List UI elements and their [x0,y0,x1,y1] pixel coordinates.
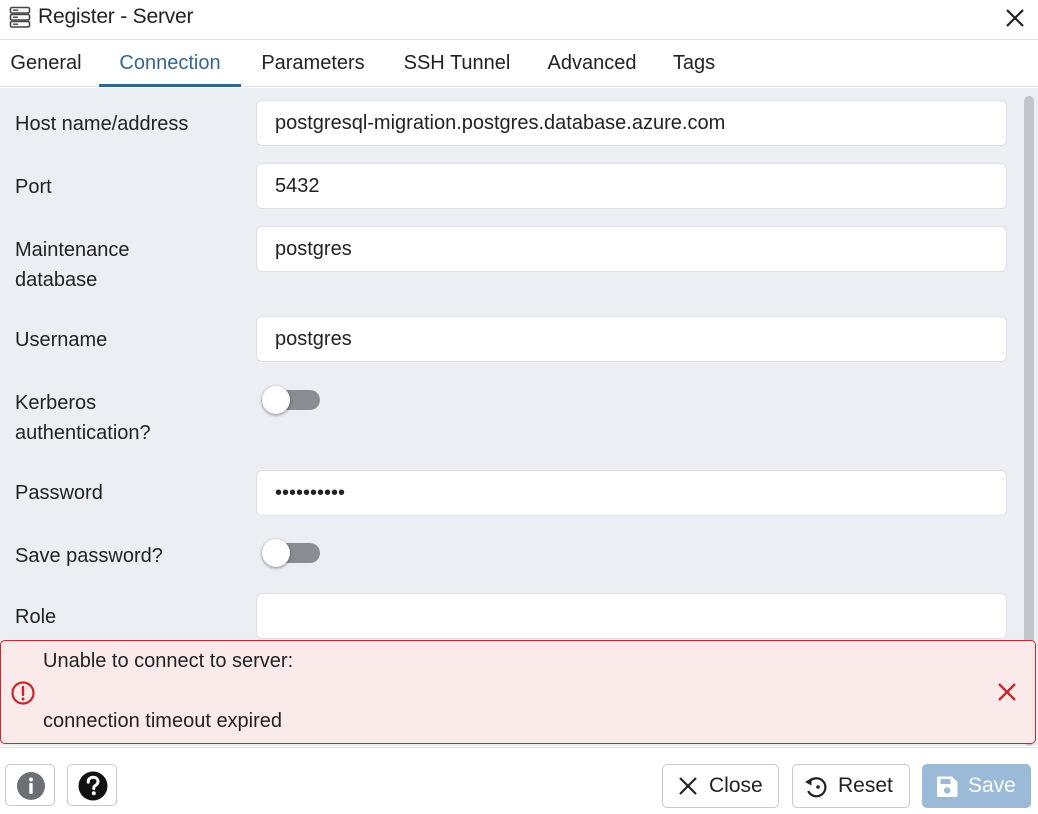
tab-bar: General Connection Parameters SSH Tunnel… [0,41,1038,87]
kerberos-toggle[interactable] [262,385,320,415]
close-button-label: Close [709,774,763,797]
maintenance-db-input[interactable] [256,226,1007,272]
error-banner: Unable to connect to server: connection … [0,640,1036,744]
info-icon [17,772,45,800]
host-label: Host name/address [15,113,189,135]
help-button[interactable] [67,764,117,806]
save-button[interactable]: Save [922,764,1031,808]
role-label: Role [15,606,57,628]
role-input[interactable] [256,593,1007,639]
save-password-toggle-knob [262,539,290,567]
dialog-footer: Close Reset Save [0,747,1038,814]
tab-general[interactable]: General [0,41,92,87]
kerberos-label-line2: authentication? [15,422,151,444]
kerberos-label-line1: Kerberos [15,392,97,414]
error-message-detail: connection timeout expired [43,710,283,732]
reset-icon [803,775,829,805]
close-icon [677,775,699,803]
maintenance-db-label-line2: database [15,269,98,291]
save-password-label: Save password? [15,545,163,567]
password-label: Password [15,482,103,504]
host-input[interactable] [256,100,1007,146]
error-close-icon[interactable] [995,680,1019,704]
maintenance-db-label: Maintenance database [15,235,130,295]
tab-ssh-tunnel[interactable]: SSH Tunnel [391,41,523,87]
username-label: Username [15,329,108,351]
close-button[interactable]: Close [662,764,779,808]
close-icon[interactable] [1002,5,1028,31]
tab-tags[interactable]: Tags [661,41,727,87]
error-message-title: Unable to connect to server: [43,650,294,672]
error-icon [10,680,36,706]
save-password-toggle[interactable] [262,538,320,568]
dialog-title: Register - Server [38,5,194,28]
kerberos-toggle-knob [262,386,290,414]
save-icon [935,775,959,805]
register-server-dialog: Register - Server General Connection Par… [0,0,1038,814]
username-input[interactable] [256,316,1007,362]
tab-parameters[interactable]: Parameters [248,41,378,87]
kerberos-label: Kerberos authentication? [15,388,151,448]
reset-button-label: Reset [838,774,893,797]
maintenance-db-label-line1: Maintenance [15,239,130,261]
password-input[interactable] [256,470,1007,516]
tab-advanced[interactable]: Advanced [536,41,648,87]
info-button[interactable] [5,764,55,806]
tab-connection[interactable]: Connection [99,41,241,87]
save-button-label: Save [968,774,1016,797]
help-icon [78,771,108,801]
dialog-titlebar: Register - Server [0,0,1038,40]
port-input[interactable] [256,163,1007,209]
port-label: Port [15,176,52,198]
server-icon [9,6,31,28]
reset-button[interactable]: Reset [792,764,910,808]
